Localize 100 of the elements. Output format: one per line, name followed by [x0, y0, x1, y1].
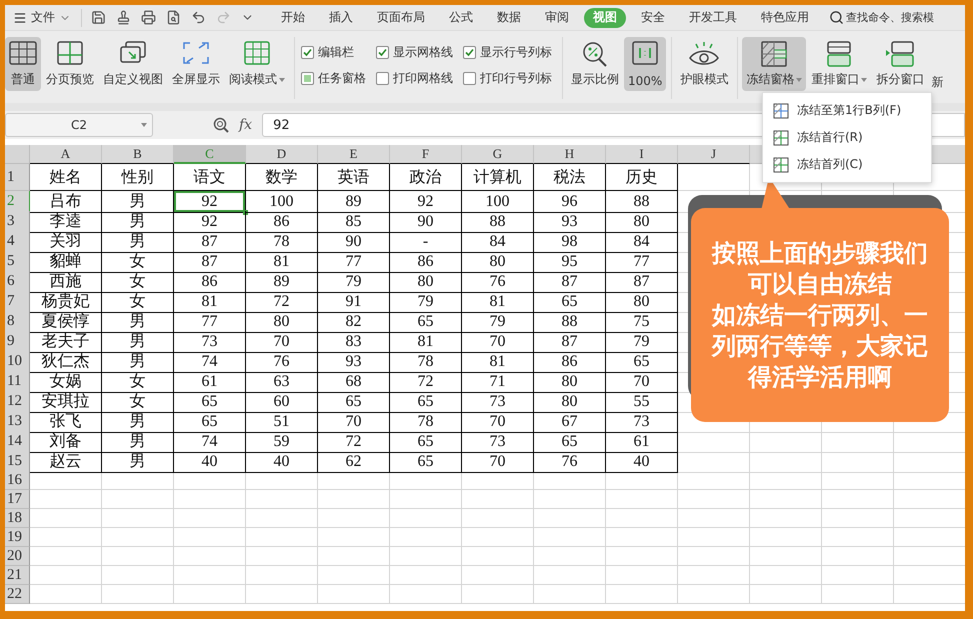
ribbon-button[interactable]: 阅读模式 — [225, 37, 289, 91]
zoom-icon[interactable] — [213, 117, 229, 133]
row-header[interactable]: 10 — [5, 351, 30, 373]
column-header[interactable]: B — [102, 145, 174, 164]
row-header[interactable]: 22 — [5, 585, 30, 604]
ribbon-button[interactable]: 新 — [931, 74, 944, 91]
menu-tab[interactable]: 特色应用 — [752, 8, 818, 28]
row-header[interactable]: 21 — [5, 566, 30, 585]
print-preview-icon[interactable] — [166, 10, 181, 25]
empty-cell — [678, 471, 750, 490]
row-header[interactable]: 4 — [5, 231, 30, 253]
search-field[interactable]: 查找命令、搜索模 — [846, 10, 934, 25]
column-header[interactable]: F — [390, 145, 462, 164]
row-header[interactable]: 14 — [5, 431, 30, 453]
name-box[interactable]: C2 — [5, 113, 153, 137]
undo-icon[interactable] — [191, 10, 206, 25]
freeze-grid-icon — [760, 41, 788, 67]
menu-item[interactable]: 冻结首列(C) — [763, 151, 931, 178]
stamp-icon[interactable] — [116, 10, 131, 25]
table-cell: 93 — [534, 211, 606, 233]
row-header[interactable]: 12 — [5, 391, 30, 413]
ribbon-button[interactable]: 全屏显示 — [168, 37, 224, 91]
column-header[interactable]: A — [30, 145, 102, 164]
ribbon-button[interactable]: 拆分窗口 — [872, 37, 928, 91]
menu-tab[interactable]: 审阅 — [536, 8, 578, 28]
row-header[interactable]: 8 — [5, 311, 30, 333]
file-menu[interactable]: 文件 — [5, 6, 77, 28]
checkbox[interactable] — [301, 46, 314, 58]
table-cell: 40 — [174, 451, 246, 473]
table-cell: 74 — [174, 431, 246, 453]
menu-tab[interactable]: 页面布局 — [368, 8, 434, 28]
empty-cell — [534, 471, 606, 490]
row-header[interactable]: 6 — [5, 271, 30, 293]
row-header[interactable]: 11 — [5, 371, 30, 393]
row-header[interactable]: 20 — [5, 547, 30, 566]
table-cell: 70 — [246, 331, 318, 353]
menu-tab[interactable]: 插入 — [320, 8, 362, 28]
menu-tab[interactable]: 开始 — [272, 8, 314, 28]
row-header[interactable]: 3 — [5, 211, 30, 233]
checkbox-label[interactable]: 显示行号列标 — [480, 44, 552, 60]
empty-cell — [822, 566, 894, 585]
row-header[interactable]: 5 — [5, 251, 30, 273]
empty-cell — [534, 490, 606, 509]
ribbon-button[interactable]: 护眼模式 — [676, 37, 732, 91]
table-cell: 62 — [318, 451, 390, 473]
empty-cell — [678, 509, 750, 528]
row-header[interactable]: 13 — [5, 411, 30, 433]
ribbon-button[interactable]: 分页预览 — [42, 37, 98, 91]
table-cell: 女娲 — [30, 371, 102, 393]
column-header[interactable]: G — [462, 145, 534, 164]
menu-tab[interactable]: 开发工具 — [680, 8, 746, 28]
ribbon-button[interactable]: 重排窗口 — [807, 37, 872, 91]
ribbon-button[interactable]: 显示比例 — [567, 37, 623, 91]
ribbon-button[interactable]: 自定义视图 — [99, 37, 167, 91]
save-icon[interactable] — [91, 10, 106, 25]
column-header[interactable]: E — [318, 145, 390, 164]
empty-cell — [678, 528, 750, 547]
ribbon-button[interactable]: 冻结窗格 — [742, 37, 806, 91]
checkbox[interactable] — [376, 72, 389, 84]
table-cell: 79 — [318, 271, 390, 293]
table-cell: 70 — [462, 451, 534, 473]
row-header[interactable]: 9 — [5, 331, 30, 353]
row-header[interactable]: 18 — [5, 509, 30, 528]
checkbox-label[interactable]: 打印行号列标 — [480, 70, 552, 86]
table-cell: 88 — [606, 191, 678, 213]
menu-tab[interactable]: 公式 — [440, 8, 482, 28]
menu-tab[interactable]: 安全 — [632, 8, 674, 28]
row-header[interactable]: 1 — [5, 164, 30, 191]
row-header[interactable]: 7 — [5, 291, 30, 313]
empty-cell — [174, 471, 246, 490]
column-header[interactable]: H — [534, 145, 606, 164]
function-button[interactable]: fx — [239, 117, 252, 133]
checkbox-label[interactable]: 显示网格线 — [393, 44, 453, 60]
menu-tab[interactable]: 数据 — [488, 8, 530, 28]
table-cell: 100 — [246, 191, 318, 213]
table-cell: 性别 — [102, 164, 174, 191]
table-cell: 86 — [174, 271, 246, 293]
column-header[interactable]: I — [606, 145, 678, 164]
checkbox[interactable] — [463, 46, 476, 58]
column-header[interactable]: D — [246, 145, 318, 164]
row-header[interactable]: 16 — [5, 471, 30, 490]
row-header[interactable]: 17 — [5, 490, 30, 509]
table-cell: 70 — [462, 411, 534, 433]
table-cell: 76 — [246, 351, 318, 373]
column-header[interactable]: J — [678, 145, 750, 164]
ribbon-button[interactable]: 100% — [624, 37, 666, 91]
printer-icon[interactable] — [141, 10, 156, 25]
checkbox[interactable] — [301, 72, 314, 84]
ribbon-button[interactable]: 普通 — [5, 37, 41, 91]
checkbox[interactable] — [376, 46, 389, 58]
checkbox[interactable] — [463, 72, 476, 84]
row-header[interactable]: 15 — [5, 451, 30, 473]
table-cell: 安琪拉 — [30, 391, 102, 413]
stacked-windows-icon — [825, 41, 854, 67]
table-cell: 65 — [318, 391, 390, 413]
checkbox-label[interactable]: 任务窗格 — [318, 70, 366, 86]
table-cell: 87 — [534, 331, 606, 353]
checkbox-label[interactable]: 编辑栏 — [318, 44, 354, 60]
row-header[interactable]: 19 — [5, 528, 30, 547]
checkbox-label[interactable]: 打印网格线 — [393, 70, 453, 86]
